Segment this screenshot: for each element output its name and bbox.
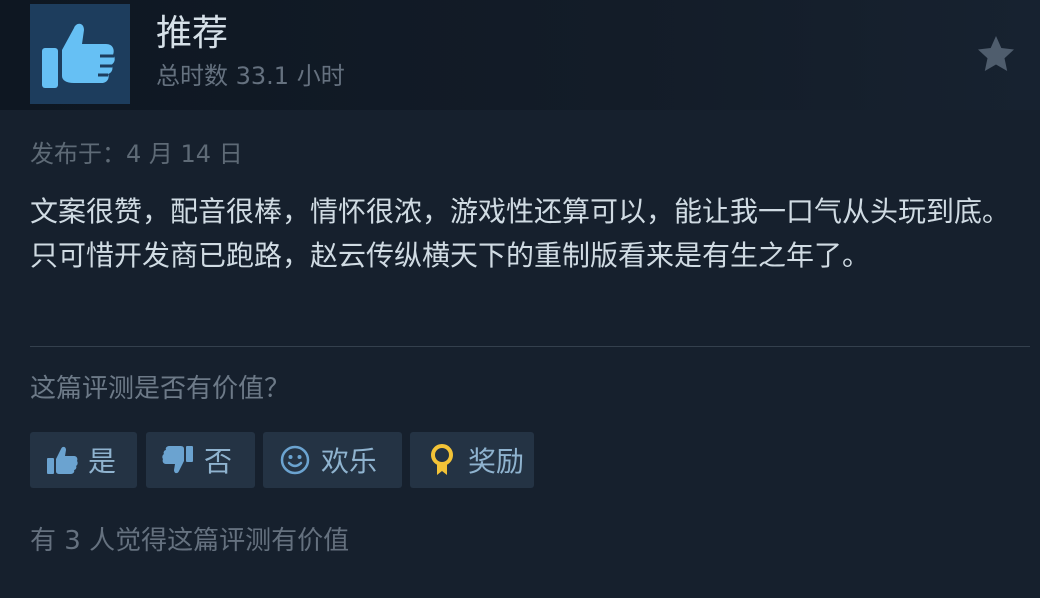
thumbs-up-icon	[44, 442, 80, 478]
vote-no-button[interactable]: 否	[146, 432, 255, 488]
vote-no-label: 否	[204, 445, 233, 478]
vote-yes-label: 是	[88, 445, 117, 478]
thumbs-up-icon	[42, 23, 115, 88]
helpful-question: 这篇评测是否有价值？	[30, 374, 291, 404]
review-body: 文案很赞，配音很棒，情怀很浓，游戏性还算可以，能让我一口气从头玩到底。只可惜开发…	[30, 195, 1011, 272]
recommendation-badge	[30, 4, 130, 104]
found-helpful-count: 有 3 人觉得这篇评测有价值	[30, 526, 350, 556]
review-header: 推荐 总时数 33.1 小时	[0, 0, 1040, 110]
award-medal-icon	[424, 442, 460, 478]
recommendation-title: 推荐	[156, 13, 229, 54]
thumbs-down-icon	[160, 442, 196, 478]
vote-yes-button[interactable]: 是	[30, 432, 137, 488]
playtime-hours: 总时数 33.1 小时	[156, 62, 345, 90]
smiley-icon	[277, 442, 313, 478]
posted-date: 发布于：4 月 14 日	[30, 140, 243, 168]
divider	[30, 346, 1030, 347]
award-label: 奖励	[468, 445, 525, 478]
star-icon[interactable]	[976, 34, 1016, 74]
vote-funny-button[interactable]: 欢乐	[263, 432, 402, 488]
vote-funny-label: 欢乐	[321, 445, 378, 478]
award-button[interactable]: 奖励	[410, 432, 534, 488]
